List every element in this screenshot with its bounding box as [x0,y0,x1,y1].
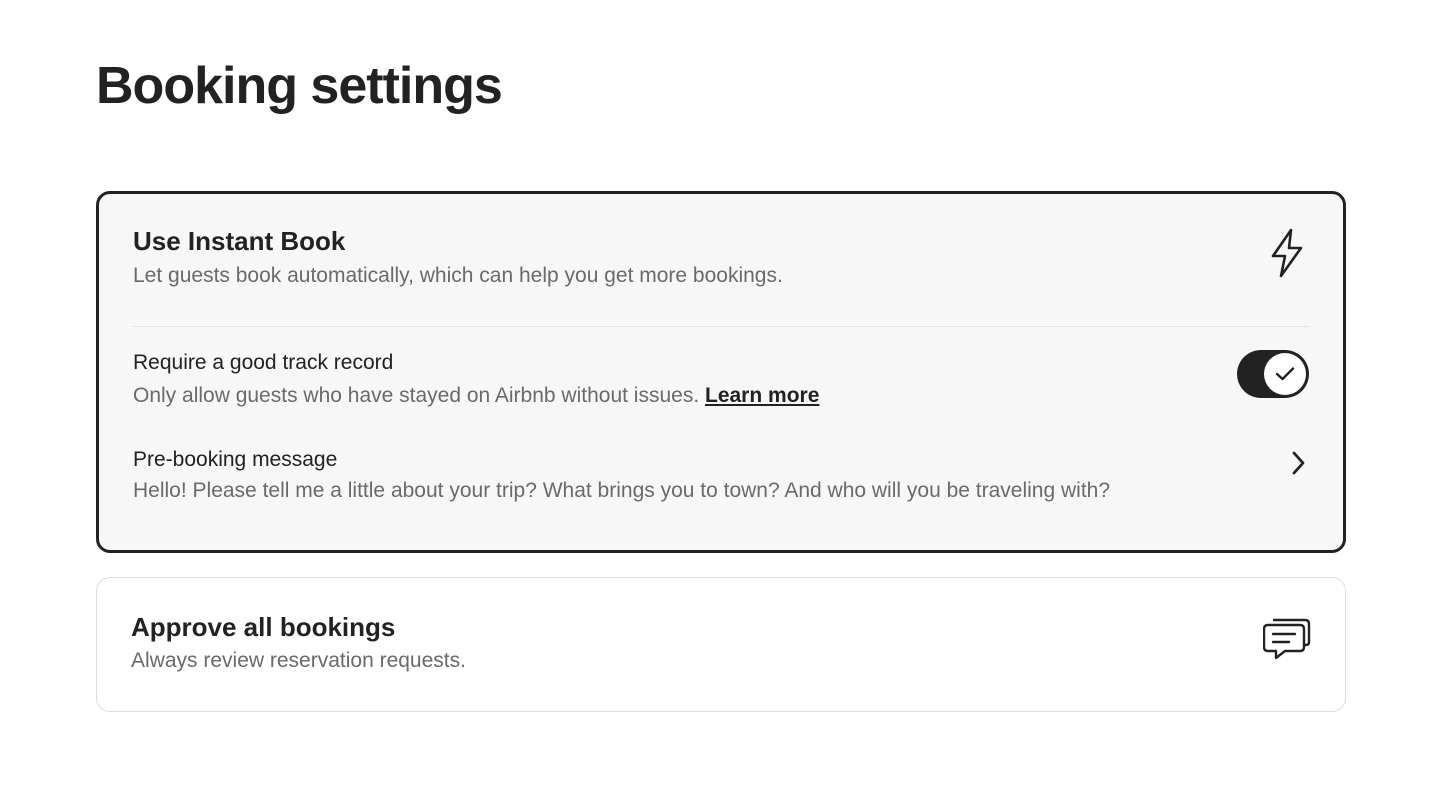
learn-more-link[interactable]: Learn more [705,384,819,407]
pre-booking-message: Hello! Please tell me a little about you… [133,479,1111,502]
approve-all-title: Approve all bookings [131,612,396,642]
approve-all-option[interactable]: Approve all bookings Always review reser… [96,577,1346,712]
lightning-bolt-icon [1271,228,1303,278]
section-divider [133,326,1309,327]
track-record-toggle[interactable] [1237,350,1309,398]
toggle-knob [1264,353,1306,395]
instant-book-title: Use Instant Book [133,226,346,256]
check-icon [1275,367,1295,381]
page-title: Booking settings [96,57,503,115]
approve-all-subtitle: Always review reservation requests. [131,649,466,672]
booking-settings-page: Booking settings Use Instant Book Let gu… [0,0,1456,812]
chat-bubbles-icon [1263,618,1311,660]
track-record-title: Require a good track record [133,351,394,374]
instant-book-subtitle: Let guests book automatically, which can… [133,264,783,287]
track-record-description: Only allow guests who have stayed on Air… [133,384,819,408]
chevron-right-icon[interactable] [1291,450,1307,476]
track-record-description-text: Only allow guests who have stayed on Air… [133,384,700,407]
pre-booking-title: Pre-booking message [133,448,338,471]
instant-book-option[interactable]: Use Instant Book Let guests book automat… [96,191,1346,553]
